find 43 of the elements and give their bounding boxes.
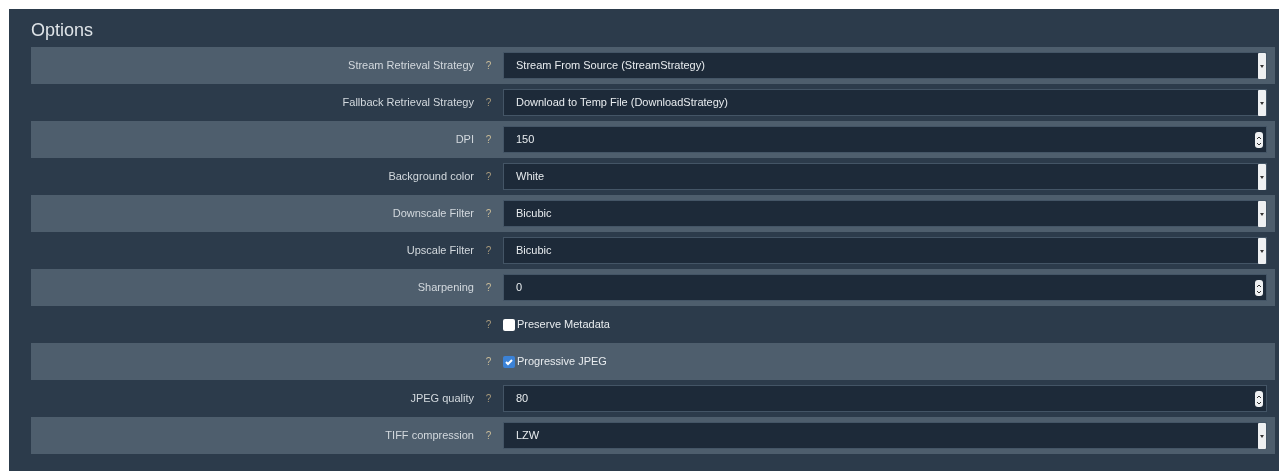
dropdown-icon xyxy=(1258,89,1266,116)
field-label: Stream Retrieval Strategy xyxy=(348,59,474,72)
checkbox-label: Progressive JPEG xyxy=(517,354,607,370)
number-field[interactable]: 0 xyxy=(503,274,1267,301)
select-field[interactable]: LZW xyxy=(503,422,1267,449)
field-label: Fallback Retrieval Strategy xyxy=(342,96,474,109)
field-label: Downscale Filter xyxy=(392,207,474,220)
help-icon[interactable]: ? xyxy=(485,245,492,256)
help-icon[interactable]: ? xyxy=(485,356,492,367)
spinner-icon xyxy=(1255,131,1263,148)
help-icon[interactable]: ? xyxy=(485,171,492,182)
dropdown-icon xyxy=(1258,422,1266,449)
number-field[interactable]: 80 xyxy=(503,385,1267,412)
field-label: TIFF compression xyxy=(385,429,474,442)
field-label: Background color xyxy=(388,170,474,183)
field-label: Sharpening xyxy=(417,281,474,294)
spinner-icon xyxy=(1255,390,1263,407)
help-icon[interactable]: ? xyxy=(485,282,492,293)
select-field[interactable]: Stream From Source (StreamStrategy) xyxy=(503,52,1267,79)
help-icon[interactable]: ? xyxy=(485,319,492,330)
field-label: Upscale Filter xyxy=(406,244,474,257)
checkbox[interactable] xyxy=(503,355,515,368)
select-field[interactable]: Download to Temp File (DownloadStrategy) xyxy=(503,89,1267,116)
help-icon[interactable]: ? xyxy=(485,208,492,219)
field-label: JPEG quality xyxy=(410,392,474,405)
checkbox[interactable] xyxy=(503,318,515,331)
help-icon[interactable]: ? xyxy=(485,60,492,71)
select-field[interactable]: Bicubic xyxy=(503,237,1267,264)
help-icon[interactable]: ? xyxy=(485,393,492,404)
dropdown-icon xyxy=(1258,237,1266,264)
dropdown-icon xyxy=(1258,163,1266,190)
number-field[interactable]: 150 xyxy=(503,126,1267,153)
field-label: DPI xyxy=(455,133,474,146)
help-icon[interactable]: ? xyxy=(485,430,492,441)
dropdown-icon xyxy=(1258,52,1266,79)
select-field[interactable]: Bicubic xyxy=(503,200,1267,227)
dropdown-icon xyxy=(1258,200,1266,227)
panel-title: Options xyxy=(31,19,95,42)
help-icon[interactable]: ? xyxy=(485,134,492,145)
help-icon[interactable]: ? xyxy=(485,97,492,108)
select-field[interactable]: White xyxy=(503,163,1267,190)
spinner-icon xyxy=(1255,279,1263,296)
checkbox-label: Preserve Metadata xyxy=(517,317,610,333)
